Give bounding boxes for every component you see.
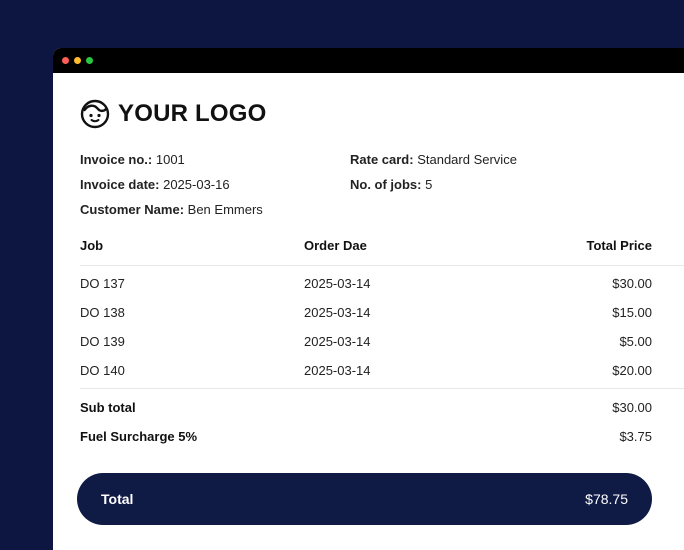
logo: YOUR LOGO bbox=[80, 99, 266, 129]
job-cell: DO 139 bbox=[80, 334, 125, 349]
invoice-date-value: 2025-03-16 bbox=[163, 177, 230, 192]
job-count-value: 5 bbox=[425, 177, 433, 192]
order-date-cell: 2025-03-14 bbox=[304, 305, 371, 320]
minimize-window-button[interactable] bbox=[74, 57, 81, 64]
column-header-order-date: Order Dae bbox=[304, 238, 367, 253]
price-cell: $15.00 bbox=[612, 305, 652, 320]
customer-name-value: Ben Emmers bbox=[187, 202, 263, 217]
fuel-surcharge-value: $3.75 bbox=[619, 429, 652, 444]
price-cell: $20.00 bbox=[612, 363, 652, 378]
column-header-job: Job bbox=[80, 238, 104, 253]
job-cell: DO 137 bbox=[80, 276, 125, 291]
job-count: No. of jobs: 5 bbox=[350, 177, 432, 192]
invoice-number-value: 1001 bbox=[155, 152, 185, 167]
customer-name: Customer Name: Ben Emmers bbox=[80, 202, 263, 217]
price-cell: $5.00 bbox=[619, 334, 652, 349]
total-bar: Total $78.75 bbox=[77, 473, 652, 525]
order-date-cell: 2025-03-14 bbox=[304, 363, 371, 378]
column-header-total-price: Total Price bbox=[586, 238, 652, 253]
price-cell: $30.00 bbox=[612, 276, 652, 291]
order-date-cell: 2025-03-14 bbox=[304, 276, 371, 291]
logo-text: YOUR LOGO bbox=[118, 100, 267, 127]
header-divider bbox=[80, 265, 684, 266]
rate-card-label: Rate card: bbox=[350, 152, 414, 167]
customer-name-label: Customer Name: bbox=[80, 202, 185, 217]
fuel-surcharge-label: Fuel Surcharge 5% bbox=[80, 429, 198, 444]
rate-card-value: Standard Service bbox=[417, 152, 517, 167]
subtotal-label: Sub total bbox=[80, 400, 136, 415]
window-titlebar bbox=[53, 48, 684, 73]
invoice-date-label: Invoice date: bbox=[80, 177, 160, 192]
subtotal-value: $30.00 bbox=[612, 400, 652, 415]
order-date-cell: 2025-03-14 bbox=[304, 334, 371, 349]
face-icon bbox=[80, 99, 110, 129]
invoice-content: YOUR LOGO Invoice no.: 1001 Invoice date… bbox=[77, 73, 684, 550]
rate-card: Rate card: Standard Service bbox=[350, 152, 517, 167]
invoice-window: YOUR LOGO Invoice no.: 1001 Invoice date… bbox=[53, 48, 684, 550]
invoice-number: Invoice no.: 1001 bbox=[80, 152, 185, 167]
total-label: Total bbox=[101, 491, 134, 507]
total-value: $78.75 bbox=[585, 491, 628, 507]
close-window-button[interactable] bbox=[62, 57, 69, 64]
job-cell: DO 138 bbox=[80, 305, 125, 320]
job-cell: DO 140 bbox=[80, 363, 125, 378]
summary-divider bbox=[80, 388, 684, 389]
job-count-label: No. of jobs: bbox=[350, 177, 422, 192]
invoice-number-label: Invoice no.: bbox=[80, 152, 153, 167]
maximize-window-button[interactable] bbox=[86, 57, 93, 64]
invoice-date: Invoice date: 2025-03-16 bbox=[80, 177, 230, 192]
